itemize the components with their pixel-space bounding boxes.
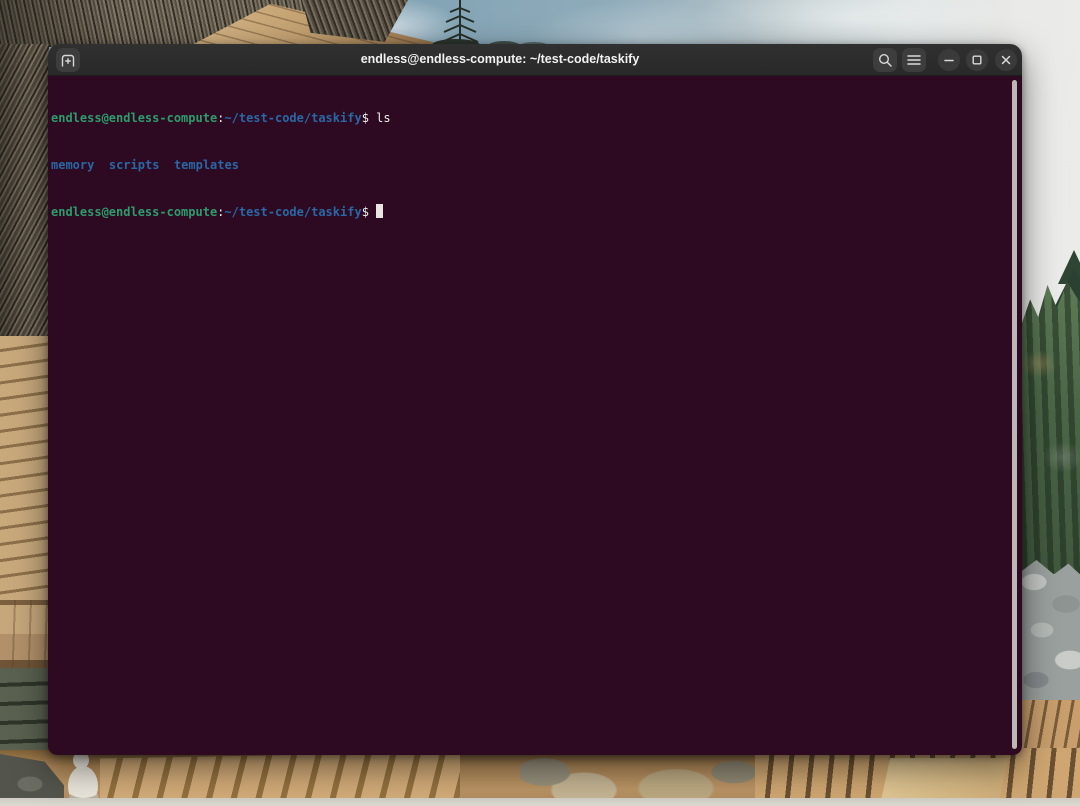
maximize-button[interactable] [966,49,988,71]
wallpaper-forest [1022,282,1080,574]
new-tab-icon [61,54,75,67]
close-button[interactable] [995,49,1017,71]
terminal-line-ls-output ls-entries-line: memory scripts templates [51,158,1008,174]
terminal-line-prompt-ls: endless@endless-compute:~/test-code/task… [51,111,1008,127]
scrollbar-thumb[interactable] [1012,80,1017,749]
wallpaper-shingle-wall [0,336,49,600]
new-tab-button[interactable] [56,48,80,72]
prompt-symbol: $ [362,205,369,219]
terminal-window: endless@endless-compute: ~/test-code/tas… [48,44,1022,755]
minimize-icon [943,54,955,66]
prompt-user-host: endless@endless-compute [51,111,217,125]
menu-button[interactable] [902,48,926,72]
ls-entries: memory scripts templates [51,158,253,172]
search-icon [878,53,892,67]
wallpaper-fir-tree [426,0,558,47]
window-title: endless@endless-compute: ~/test-code/tas… [138,44,862,75]
ls-directory: templates [174,158,239,172]
titlebar[interactable]: endless@endless-compute: ~/test-code/tas… [48,44,1022,76]
wallpaper-stick-wall [0,44,49,336]
prompt-user-host: endless@endless-compute [51,205,217,219]
typed-command: ls [369,111,391,125]
terminal-screen[interactable]: endless@endless-compute:~/test-code/task… [48,76,1022,755]
prompt-path: ~/test-code/taskify [224,111,361,125]
terminal-cursor [376,204,383,218]
ls-directory: memory [51,158,94,172]
prompt-path: ~/test-code/taskify [224,205,361,219]
maximize-icon [971,54,983,66]
wallpaper-timber-beam [0,600,49,668]
ls-directory: scripts [109,158,160,172]
prompt-symbol: $ [362,111,369,125]
minimize-button[interactable] [938,49,960,71]
hamburger-menu-icon [907,54,921,66]
terminal-line-prompt-current: endless@endless-compute:~/test-code/task… [51,204,1008,221]
close-icon [1000,54,1012,66]
wallpaper-dark-shingles [0,668,49,760]
wallpaper-bottom-edge [0,798,1080,806]
search-button[interactable] [873,48,897,72]
